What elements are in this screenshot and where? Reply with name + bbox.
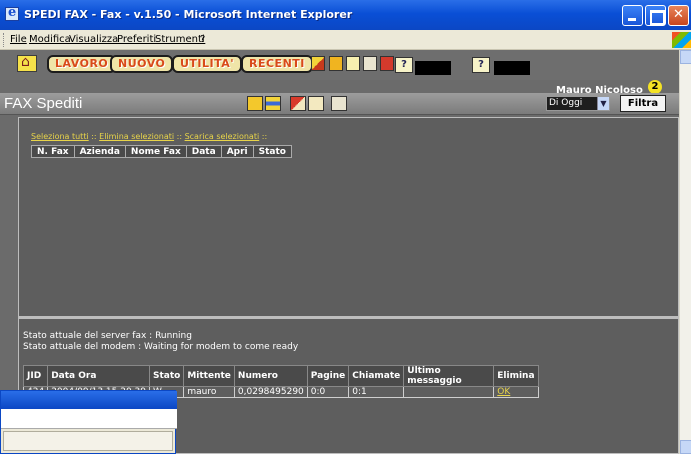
col-numero: Numero — [233, 365, 308, 387]
cell-chiamate: 0:1 — [348, 386, 405, 398]
overlapping-window-field[interactable] — [3, 431, 173, 451]
menu-strumenti[interactable]: Strumenti — [155, 34, 205, 45]
toolbar-field-2 — [494, 61, 530, 75]
col-mittente: Mittente — [183, 365, 235, 387]
vertical-scrollbar[interactable] — [679, 50, 691, 454]
select-all-link[interactable]: Seleziona tutti — [31, 132, 89, 141]
jobs-table-header: JID Data Ora Stato Mittente Numero Pagin… — [22, 365, 539, 387]
close-button[interactable] — [668, 5, 689, 26]
maximize-button[interactable] — [645, 5, 666, 26]
cell-mittente: mauro — [183, 386, 235, 398]
note-icon[interactable] — [311, 56, 325, 71]
server-status: Stato attuale del server fax : Running — [23, 331, 192, 341]
overlapping-window-toolbar — [1, 409, 177, 429]
calendar-icon[interactable] — [329, 56, 343, 71]
filter-button[interactable]: Filtra — [620, 95, 666, 112]
sent-fax-panel: Seleziona tutti :: Elimina selezionati :… — [18, 117, 679, 317]
fax-table: N. Fax Azienda Nome Fax Data Apri Stato — [31, 145, 292, 158]
search-help-icon[interactable] — [331, 96, 347, 111]
delete-icon[interactable] — [290, 96, 306, 111]
col-nome-fax[interactable]: Nome Fax — [124, 145, 187, 158]
modem-status: Stato attuale del modem : Waiting for mo… — [23, 342, 299, 352]
menu-file[interactable]: File — [10, 34, 27, 45]
home-icon[interactable] — [17, 54, 37, 72]
col-n-fax[interactable]: N. Fax — [31, 145, 75, 158]
nuovo-button[interactable]: NUOVO — [110, 55, 174, 73]
menu-help[interactable]: ? — [200, 34, 205, 45]
bulk-actions: Seleziona tutti :: Elimina selezionati :… — [31, 132, 268, 141]
menu-grip — [3, 33, 6, 47]
download-selected-link[interactable]: Scarica selezionati — [185, 132, 260, 141]
folder-icon[interactable] — [247, 96, 263, 111]
cell-pagine: 0:0 — [306, 386, 350, 398]
browser-window: SPEDI FAX - Fax - v.1.50 - Microsoft Int… — [0, 0, 691, 454]
cell-numero: 0,0298495290 — [233, 386, 308, 398]
excel-icon[interactable] — [308, 96, 324, 111]
help-icon[interactable]: ? — [395, 57, 413, 73]
cell-ultimo-messaggio — [403, 386, 495, 398]
period-filter-value: Di Oggi — [549, 98, 583, 108]
user-badge: 2 — [648, 80, 662, 94]
book-icon[interactable] — [380, 56, 394, 71]
list-icon[interactable] — [265, 96, 281, 111]
chevron-down-icon[interactable]: ▼ — [597, 97, 609, 110]
page-title: FAX Spediti — [4, 95, 83, 112]
cell-elimina: OK — [493, 386, 539, 398]
windows-logo-icon — [672, 32, 691, 48]
utilita-button[interactable]: UTILITA' — [172, 55, 243, 73]
col-stato[interactable]: Stato — [252, 145, 292, 158]
window-title: SPEDI FAX - Fax - v.1.50 - Microsoft Int… — [24, 8, 353, 21]
scroll-down-button[interactable] — [680, 440, 691, 454]
menu-modifica[interactable]: Modifica — [29, 34, 71, 45]
col-pagine: Pagine — [306, 365, 350, 387]
menu-visualizza[interactable]: Visualizza — [69, 34, 118, 45]
help-icon-2[interactable]: ? — [472, 57, 490, 73]
col-azienda[interactable]: Azienda — [73, 145, 126, 158]
title-bar: SPEDI FAX - Fax - v.1.50 - Microsoft Int… — [0, 0, 691, 30]
minimize-button[interactable] — [622, 5, 643, 26]
overlapping-window-titlebar[interactable] — [1, 391, 177, 409]
col-jid: JID — [22, 365, 49, 387]
recenti-button[interactable]: RECENTI — [241, 55, 313, 73]
col-chiamate: Chiamate — [348, 365, 405, 387]
col-ultimo-messaggio: Ultimo messaggio — [403, 365, 495, 387]
col-apri[interactable]: Apri — [220, 145, 254, 158]
toolbar-field-1 — [415, 61, 451, 75]
col-elimina: Elimina — [493, 365, 539, 387]
delete-selected-link[interactable]: Elimina selezionati — [99, 132, 174, 141]
col-stato: Stato — [148, 365, 185, 387]
print-icon[interactable] — [363, 56, 377, 71]
period-filter-select[interactable]: Di Oggi ▼ — [546, 96, 610, 111]
menu-bar: File Modifica Visualizza Preferiti Strum… — [0, 30, 691, 50]
scroll-up-button[interactable] — [680, 50, 691, 64]
overlapping-window[interactable] — [0, 390, 177, 454]
delete-job-link[interactable]: OK — [497, 387, 510, 397]
ie-icon — [5, 5, 19, 21]
col-data-ora: Data Ora — [47, 365, 150, 387]
lavoro-button[interactable]: LAVORO — [47, 55, 117, 73]
page-header: FAX Spediti Di Oggi ▼ Filtra — [0, 93, 679, 115]
document-icon[interactable] — [346, 56, 360, 71]
menu-preferiti[interactable]: Preferiti — [117, 34, 156, 45]
fax-table-header: N. Fax Azienda Nome Fax Data Apri Stato — [31, 145, 292, 158]
col-data[interactable]: Data — [185, 145, 222, 158]
